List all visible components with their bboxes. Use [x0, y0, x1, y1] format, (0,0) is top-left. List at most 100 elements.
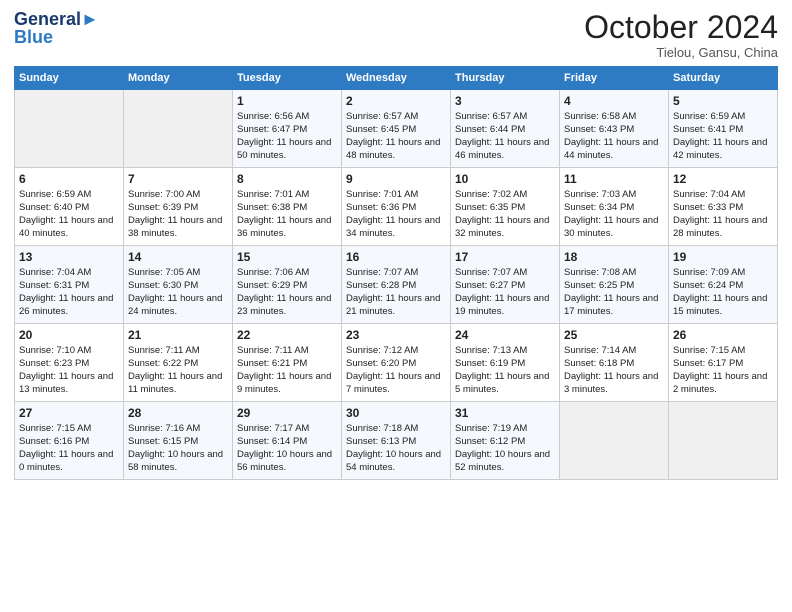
- sunrise-text: Sunrise: 7:03 AM: [564, 189, 664, 202]
- sunrise-text: Sunrise: 7:05 AM: [128, 267, 228, 280]
- sunrise-text: Sunrise: 7:07 AM: [346, 267, 446, 280]
- sunset-text: Sunset: 6:36 PM: [346, 202, 446, 215]
- sunset-text: Sunset: 6:34 PM: [564, 202, 664, 215]
- day-number: 21: [128, 327, 228, 343]
- calendar-day-cell: 23Sunrise: 7:12 AMSunset: 6:20 PMDayligh…: [342, 324, 451, 402]
- sunset-text: Sunset: 6:27 PM: [455, 280, 555, 293]
- sunrise-text: Sunrise: 7:11 AM: [237, 345, 337, 358]
- calendar-day-cell: 4Sunrise: 6:58 AMSunset: 6:43 PMDaylight…: [560, 90, 669, 168]
- sunrise-text: Sunrise: 7:02 AM: [455, 189, 555, 202]
- daylight-text: Daylight: 11 hours and 44 minutes.: [564, 137, 664, 163]
- sunrise-text: Sunrise: 6:59 AM: [19, 189, 119, 202]
- sunset-text: Sunset: 6:17 PM: [673, 358, 773, 371]
- day-number: 17: [455, 249, 555, 265]
- day-number: 27: [19, 405, 119, 421]
- calendar-week-row: 1Sunrise: 6:56 AMSunset: 6:47 PMDaylight…: [15, 90, 778, 168]
- calendar-day-cell: 18Sunrise: 7:08 AMSunset: 6:25 PMDayligh…: [560, 246, 669, 324]
- day-number: 4: [564, 93, 664, 109]
- sunrise-text: Sunrise: 7:14 AM: [564, 345, 664, 358]
- sunrise-text: Sunrise: 7:04 AM: [673, 189, 773, 202]
- calendar-day-cell: 27 Sunrise: 7:15 AMSunset: 6:16 PMDayligh…: [15, 402, 124, 480]
- daylight-text: Daylight: 11 hours and 9 minutes.: [237, 371, 337, 397]
- sunset-text: Sunset: 6:15 PM: [128, 436, 228, 449]
- calendar-day-cell: 7Sunrise: 7:00 AMSunset: 6:39 PMDaylight…: [124, 168, 233, 246]
- day-number: 11: [564, 171, 664, 187]
- sunset-text: Sunset: 6:13 PM: [346, 436, 446, 449]
- sunset-text: Sunset: 6:23 PM: [19, 358, 119, 371]
- calendar-day-cell: [669, 402, 778, 480]
- sunset-text: Sunset: 6:45 PM: [346, 124, 446, 137]
- day-number: 6: [19, 171, 119, 187]
- sunrise-text: Sunrise: 6:57 AM: [455, 111, 555, 124]
- daylight-text: Daylight: 11 hours and 50 minutes.: [237, 137, 337, 163]
- sunset-text: Sunset: 6:43 PM: [564, 124, 664, 137]
- sunset-text: Sunset: 6:21 PM: [237, 358, 337, 371]
- weekday-header: Saturday: [669, 67, 778, 90]
- calendar-day-cell: 2Sunrise: 6:57 AMSunset: 6:45 PMDaylight…: [342, 90, 451, 168]
- daylight-text: Daylight: 10 hours and 58 minutes.: [128, 449, 228, 475]
- day-number: 26: [673, 327, 773, 343]
- weekday-header: Sunday: [15, 67, 124, 90]
- sunrise-text: Sunrise: 6:59 AM: [673, 111, 773, 124]
- day-number: 1: [237, 93, 337, 109]
- day-number: 28: [128, 405, 228, 421]
- daylight-text: Daylight: 10 hours and 52 minutes.: [455, 449, 555, 475]
- day-number: 31: [455, 405, 555, 421]
- logo: General► Blue: [14, 10, 99, 48]
- day-number: 10: [455, 171, 555, 187]
- sunset-text: Sunset: 6:40 PM: [19, 202, 119, 215]
- daylight-text: Daylight: 11 hours and 32 minutes.: [455, 215, 555, 241]
- calendar-day-cell: 5Sunrise: 6:59 AMSunset: 6:41 PMDaylight…: [669, 90, 778, 168]
- calendar-day-cell: [560, 402, 669, 480]
- daylight-text: Daylight: 11 hours and 19 minutes.: [455, 293, 555, 319]
- calendar-day-cell: 9Sunrise: 7:01 AMSunset: 6:36 PMDaylight…: [342, 168, 451, 246]
- daylight-text: Daylight: 11 hours and 34 minutes.: [346, 215, 446, 241]
- calendar-day-cell: 16Sunrise: 7:07 AMSunset: 6:28 PMDayligh…: [342, 246, 451, 324]
- calendar-table: SundayMondayTuesdayWednesdayThursdayFrid…: [14, 66, 778, 480]
- day-number: 18: [564, 249, 664, 265]
- daylight-text: Daylight: 11 hours and 13 minutes.: [19, 371, 119, 397]
- sunrise-text: Sunrise: 7:06 AM: [237, 267, 337, 280]
- calendar-day-cell: 11Sunrise: 7:03 AMSunset: 6:34 PMDayligh…: [560, 168, 669, 246]
- daylight-text: Daylight: 10 hours and 54 minutes.: [346, 449, 446, 475]
- sunset-text: Sunset: 6:20 PM: [346, 358, 446, 371]
- day-number: 24: [455, 327, 555, 343]
- calendar-day-cell: 22Sunrise: 7:11 AMSunset: 6:21 PMDayligh…: [233, 324, 342, 402]
- sunset-text: Sunset: 6:14 PM: [237, 436, 337, 449]
- day-number: 14: [128, 249, 228, 265]
- sunset-text: Sunset: 6:38 PM: [237, 202, 337, 215]
- location: Tielou, Gansu, China: [584, 45, 778, 60]
- calendar-week-row: 13Sunrise: 7:04 AMSunset: 6:31 PMDayligh…: [15, 246, 778, 324]
- day-number: 25: [564, 327, 664, 343]
- sunset-text: Sunset: 6:19 PM: [455, 358, 555, 371]
- calendar-day-cell: 19Sunrise: 7:09 AMSunset: 6:24 PMDayligh…: [669, 246, 778, 324]
- calendar-day-cell: 3Sunrise: 6:57 AMSunset: 6:44 PMDaylight…: [451, 90, 560, 168]
- sunrise-text: Sunrise: 7:15 AM: [19, 423, 119, 436]
- sunset-text: Sunset: 6:28 PM: [346, 280, 446, 293]
- sunset-text: Sunset: 6:39 PM: [128, 202, 228, 215]
- weekday-header: Monday: [124, 67, 233, 90]
- calendar-day-cell: 14 Sunrise: 7:05 AMSunset: 6:30 PMDayligh…: [124, 246, 233, 324]
- sunset-text: Sunset: 6:16 PM: [19, 436, 119, 449]
- daylight-text: Daylight: 11 hours and 15 minutes.: [673, 293, 773, 319]
- daylight-text: Daylight: 11 hours and 24 minutes.: [128, 293, 228, 319]
- daylight-text: Daylight: 11 hours and 3 minutes.: [564, 371, 664, 397]
- day-number: 13: [19, 249, 119, 265]
- sunrise-text: Sunrise: 6:56 AM: [237, 111, 337, 124]
- weekday-header: Thursday: [451, 67, 560, 90]
- sunrise-text: Sunrise: 7:13 AM: [455, 345, 555, 358]
- daylight-text: Daylight: 11 hours and 0 minutes.: [19, 449, 119, 475]
- day-number: 8: [237, 171, 337, 187]
- calendar-day-cell: 6Sunrise: 6:59 AMSunset: 6:40 PMDaylight…: [15, 168, 124, 246]
- calendar-day-cell: 12Sunrise: 7:04 AMSunset: 6:33 PMDayligh…: [669, 168, 778, 246]
- sunset-text: Sunset: 6:30 PM: [128, 280, 228, 293]
- weekday-header: Tuesday: [233, 67, 342, 90]
- sunset-text: Sunset: 6:35 PM: [455, 202, 555, 215]
- day-number: 23: [346, 327, 446, 343]
- sunrise-text: Sunrise: 7:04 AM: [19, 267, 119, 280]
- sunset-text: Sunset: 6:29 PM: [237, 280, 337, 293]
- calendar-day-cell: 20Sunrise: 7:10 AMSunset: 6:23 PMDayligh…: [15, 324, 124, 402]
- calendar-day-cell: 15Sunrise: 7:06 AMSunset: 6:29 PMDayligh…: [233, 246, 342, 324]
- sunrise-text: Sunrise: 7:01 AM: [237, 189, 337, 202]
- day-number: 2: [346, 93, 446, 109]
